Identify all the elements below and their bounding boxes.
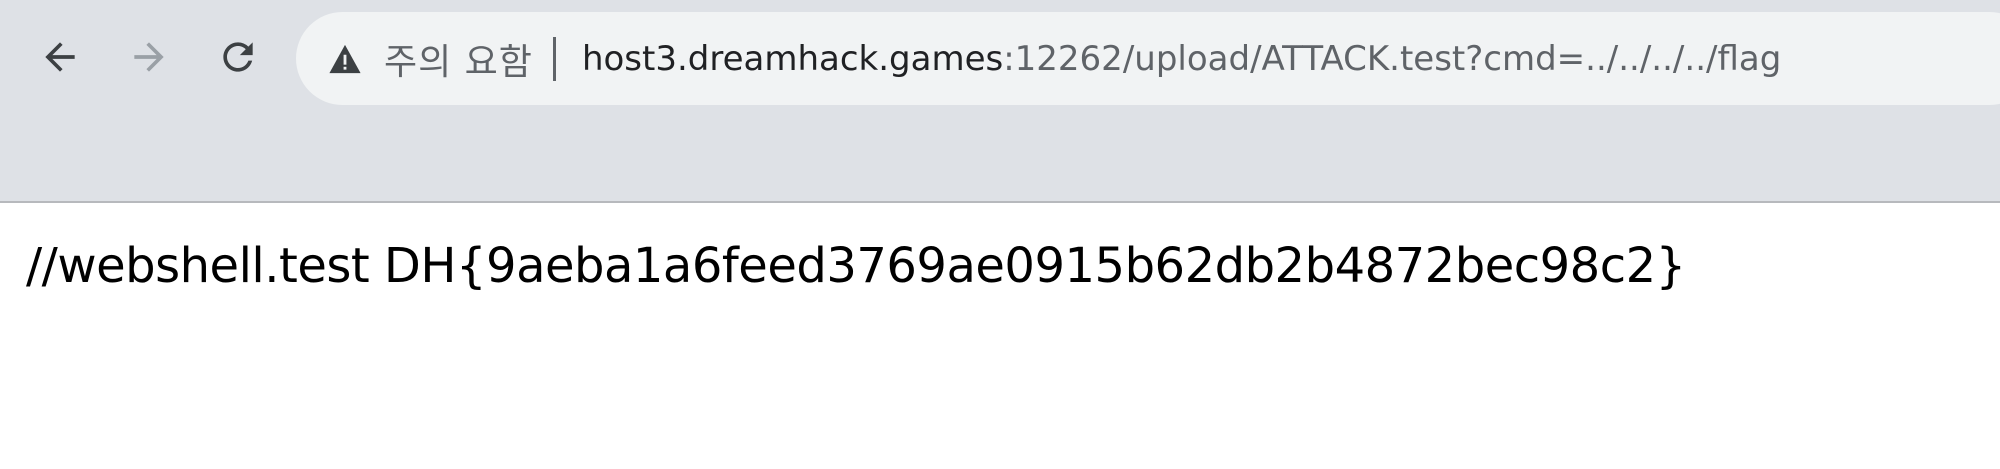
security-chip[interactable]: 주의 요함 (328, 12, 533, 105)
page-body-text: //webshell.test DH{9aeba1a6feed3769ae091… (26, 238, 1686, 294)
reload-icon (223, 42, 253, 72)
forward-button[interactable] (117, 25, 181, 89)
omnibox-divider (552, 36, 556, 81)
back-button[interactable] (28, 25, 92, 89)
security-status-label: 주의 요함 (384, 41, 533, 83)
url-path: :12262/upload/ATTACK.test?cmd=../../../.… (1003, 38, 1782, 79)
arrow-left-icon (45, 42, 75, 72)
browser-toolbar: 주의 요함 host3.dreamhack.games:12262/upload… (0, 0, 2000, 203)
url-text[interactable]: host3.dreamhack.games:12262/upload/ATTAC… (582, 39, 1781, 79)
address-bar[interactable]: 주의 요함 host3.dreamhack.games:12262/upload… (296, 12, 2000, 105)
reload-button[interactable] (206, 25, 270, 89)
url-host: host3.dreamhack.games (581, 38, 1004, 79)
warning-triangle-icon (329, 44, 361, 73)
arrow-right-icon (134, 42, 164, 72)
